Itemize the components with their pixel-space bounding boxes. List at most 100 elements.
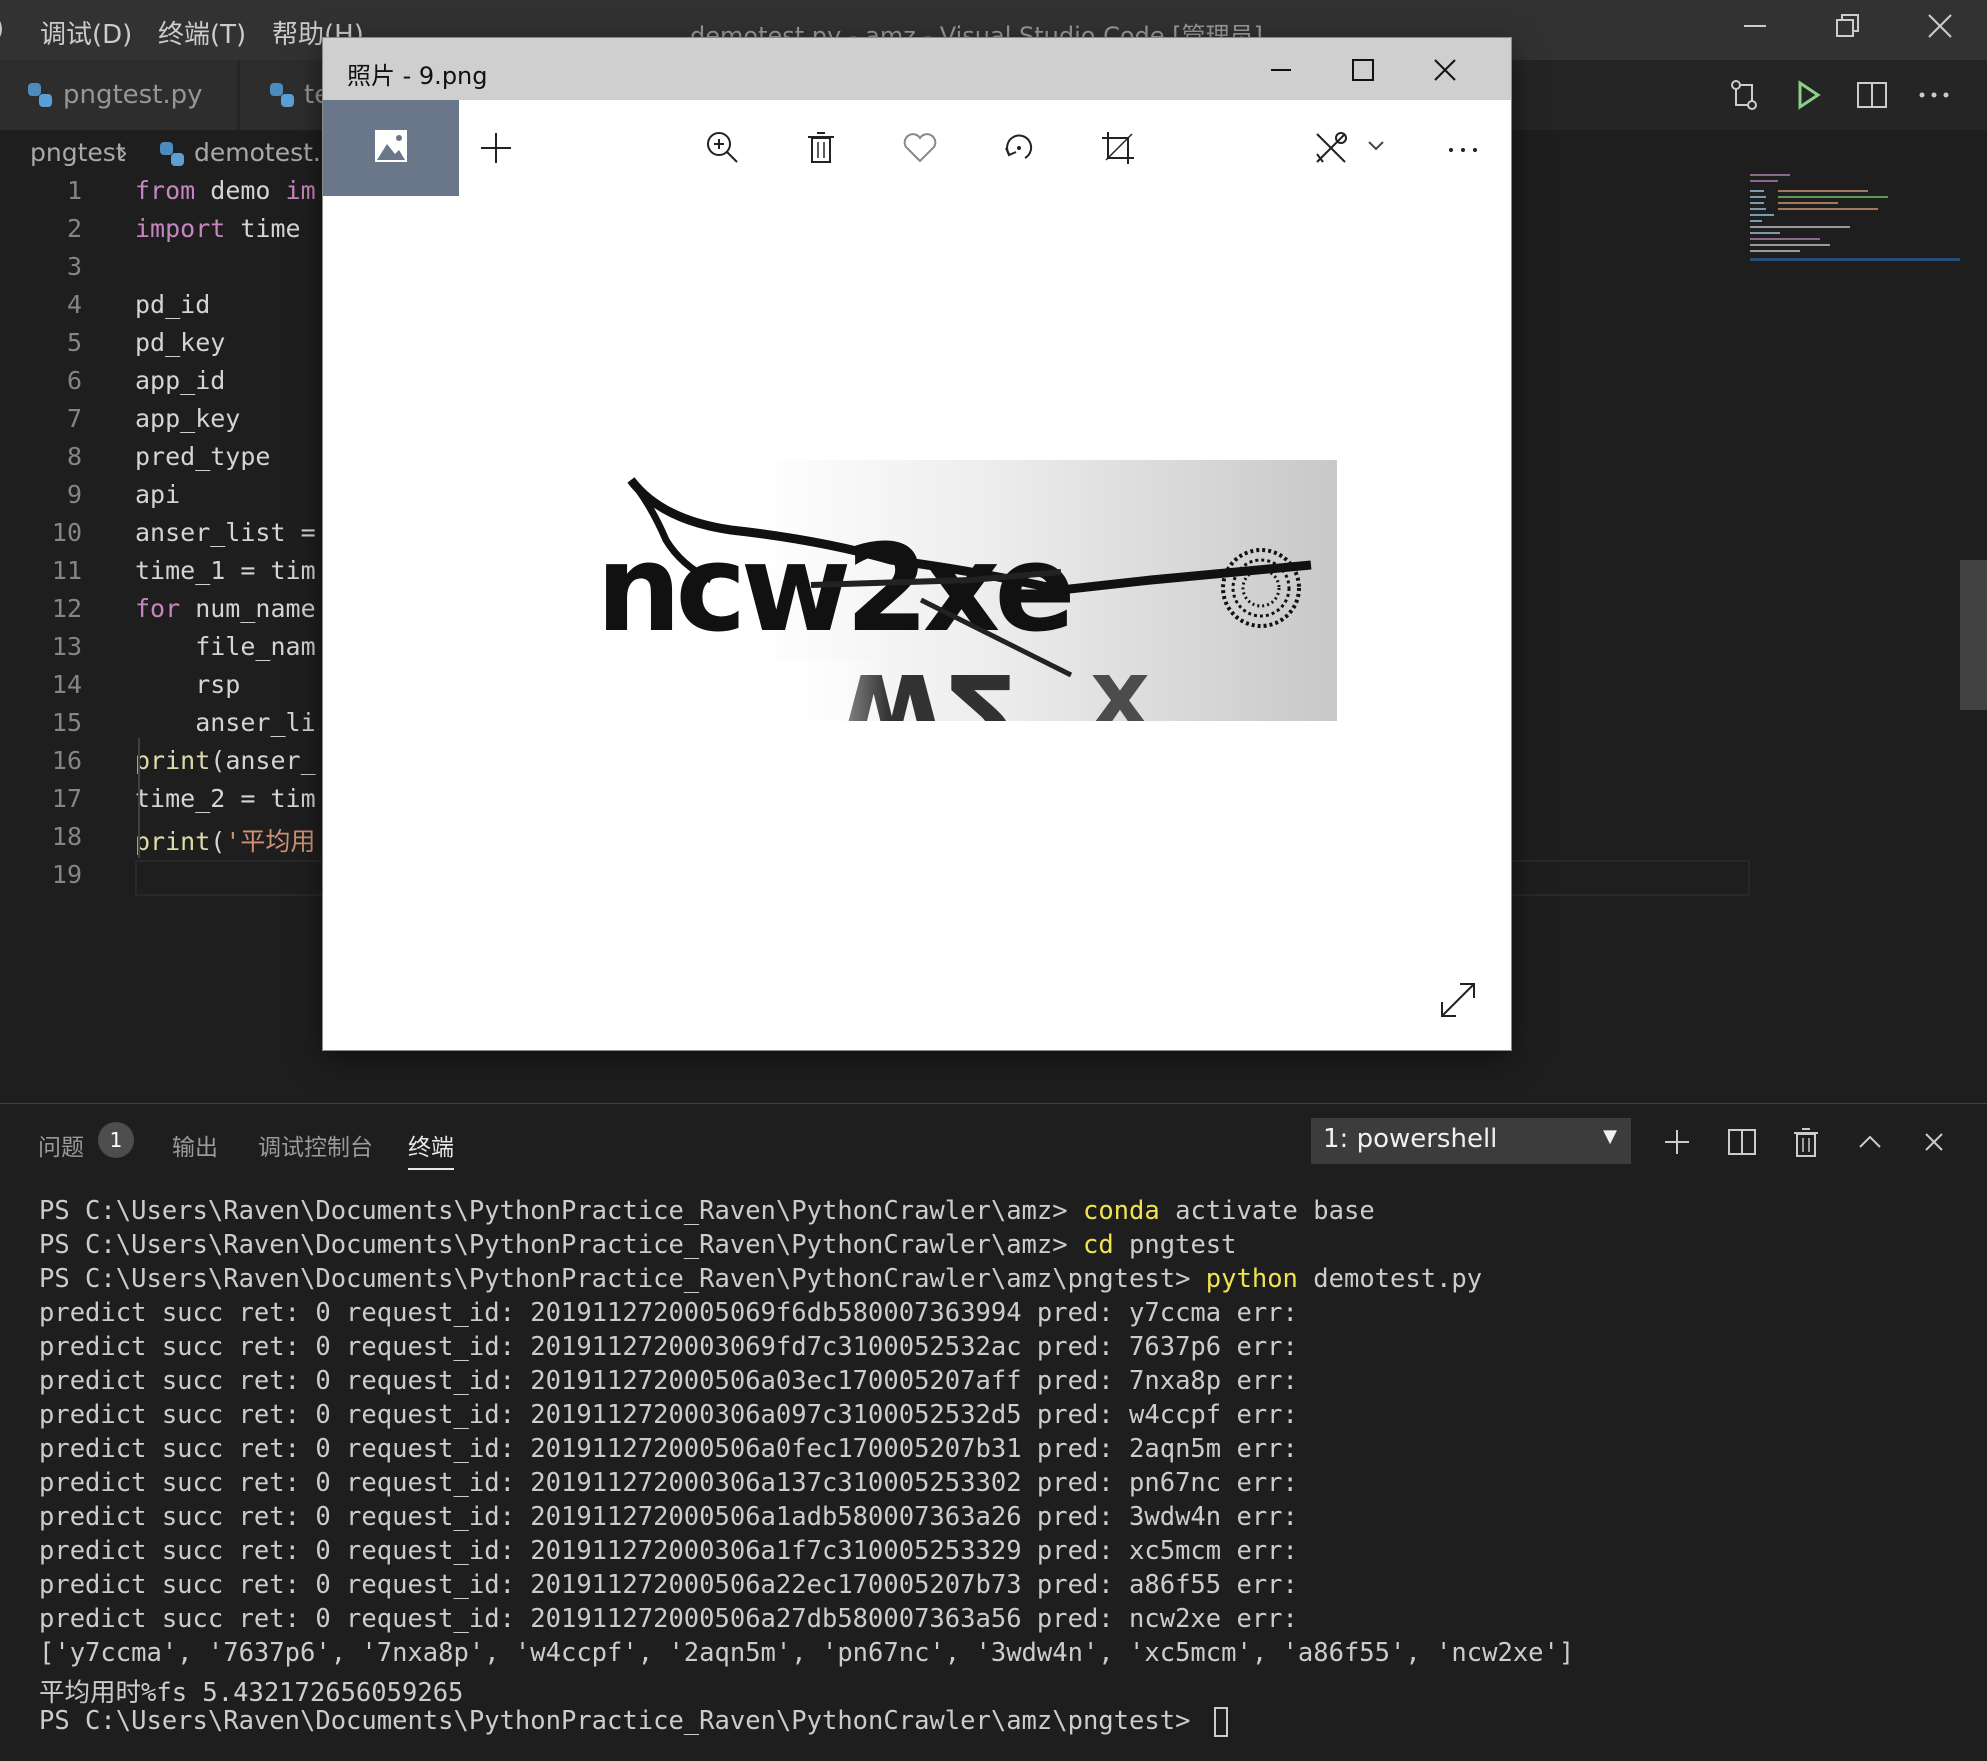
chevron-down-icon: [1368, 141, 1384, 151]
source-control-button[interactable]: [1722, 75, 1766, 115]
code-line[interactable]: app_key: [135, 404, 240, 433]
terminal-line: 平均用时%fs 5.432172656059265: [39, 1672, 463, 1709]
code-line[interactable]: pd_id: [135, 290, 210, 319]
edit-icon: [1316, 132, 1347, 163]
close-panel-button[interactable]: [1914, 1122, 1954, 1162]
expand-icon: [1441, 983, 1475, 1017]
delete-button[interactable]: [791, 118, 851, 178]
terminal-select[interactable]: 1: powershell ▼: [1311, 1118, 1631, 1164]
code-token: (: [210, 827, 226, 856]
terminal-line: predict succ ret: 0 request_id: 20191127…: [39, 1400, 1298, 1430]
split-terminal-button[interactable]: [1722, 1122, 1762, 1162]
code-line[interactable]: print('平均用: [135, 822, 315, 858]
menu-terminal[interactable]: 终端(T): [158, 14, 246, 51]
minimize-button[interactable]: [1725, 10, 1785, 50]
captcha-image: w2 x ncw2xe: [591, 460, 1337, 721]
heart-icon: [903, 133, 937, 163]
run-button[interactable]: [1786, 75, 1830, 115]
line-number: 11: [51, 556, 82, 585]
split-editor-button[interactable]: [1850, 75, 1894, 115]
code-line[interactable]: anser_li: [135, 708, 315, 737]
code-line[interactable]: pred_type: [135, 442, 270, 471]
indent-guide: [138, 738, 140, 858]
terminal-line: predict succ ret: 0 request_id: 20191127…: [39, 1570, 1298, 1600]
tab-problems[interactable]: 问题: [38, 1128, 84, 1162]
tab-terminal[interactable]: 终端: [408, 1128, 454, 1170]
line-number: 9: [66, 480, 82, 509]
line-number: 17: [51, 784, 82, 813]
edit-dropdown-button[interactable]: [1361, 118, 1391, 178]
crop-icon: [1102, 132, 1134, 164]
code-token: api: [135, 480, 181, 509]
terminal-token: predict succ ret: 0 request_id: 20191127…: [39, 1332, 1298, 1362]
restore-button[interactable]: [1818, 10, 1878, 50]
add-icon: [481, 133, 511, 163]
breadcrumb-file[interactable]: demotest.p: [194, 138, 337, 167]
code-line[interactable]: from demo im: [135, 176, 316, 205]
line-number: 12: [51, 594, 82, 623]
more-actions-button[interactable]: [1912, 75, 1956, 115]
line-number: 3: [66, 252, 82, 281]
tab-debug-console[interactable]: 调试控制台: [258, 1128, 373, 1162]
code-line[interactable]: print(anser_: [135, 746, 316, 775]
maximize-icon: [1352, 59, 1374, 81]
add-to-button[interactable]: [466, 118, 526, 178]
new-terminal-button[interactable]: [1657, 1122, 1697, 1162]
favorite-button[interactable]: [890, 118, 950, 178]
menu-debug[interactable]: 调试(D): [40, 14, 132, 51]
tab-demotest[interactable]: te: [240, 60, 330, 130]
photos-close-button[interactable]: [1420, 50, 1470, 90]
terminal-token: predict succ ret: 0 request_id: 20191127…: [39, 1434, 1298, 1464]
photos-app-window[interactable]: 照片 - 9.png ncw2xe: [323, 38, 1511, 1050]
terminal-line: predict succ ret: 0 request_id: 20191127…: [39, 1366, 1298, 1396]
photos-maximize-button[interactable]: [1338, 50, 1388, 90]
code-line[interactable]: pd_key: [135, 328, 225, 357]
view-all-photos-button[interactable]: [323, 100, 459, 196]
split-editor-icon: [1857, 82, 1887, 108]
code-token: import: [135, 214, 226, 243]
edit-button[interactable]: [1301, 118, 1361, 178]
code-line[interactable]: anser_list =: [135, 518, 316, 547]
code-line[interactable]: api: [135, 480, 180, 509]
line-number: 19: [51, 860, 82, 889]
code-line[interactable]: rsp: [135, 670, 240, 699]
code-token: time_2 = tim: [135, 784, 316, 813]
minimize-icon: [1271, 69, 1291, 71]
code-line[interactable]: import time: [135, 214, 301, 243]
more-icon: [1919, 92, 1949, 98]
restore-icon: [1836, 14, 1859, 37]
menu-fragment[interactable]: ): [0, 14, 4, 44]
terminal-token: predict succ ret: 0 request_id: 20191127…: [39, 1536, 1298, 1566]
terminal-line: predict succ ret: 0 request_id: 20191127…: [39, 1434, 1298, 1464]
terminal-token: predict succ ret: 0 request_id: 20191127…: [39, 1366, 1298, 1396]
kill-terminal-button[interactable]: [1786, 1122, 1826, 1162]
code-line[interactable]: for num_name: [135, 594, 316, 623]
photos-minimize-button[interactable]: [1256, 50, 1306, 90]
code-line[interactable]: file_nam: [135, 632, 315, 661]
chevron-up-icon: [1859, 1135, 1881, 1148]
tab-label: pngtest.py: [63, 80, 203, 110]
crop-button[interactable]: [1088, 118, 1148, 178]
terminal-token: ['y7ccma', '7637p6', '7nxa8p', 'w4ccpf',…: [39, 1638, 1575, 1668]
full-screen-button[interactable]: [1436, 978, 1480, 1022]
more-icon: [1449, 148, 1477, 152]
minimize-icon: [1744, 25, 1766, 27]
terminal-token: pngtest: [1113, 1230, 1237, 1260]
breadcrumb-folder[interactable]: pngtest: [30, 138, 126, 167]
minimap[interactable]: [1748, 172, 1960, 262]
terminal-line: PS C:\Users\Raven\Documents\PythonPracti…: [39, 1264, 1482, 1294]
tab-output[interactable]: 输出: [172, 1128, 218, 1162]
code-line[interactable]: app_id: [135, 366, 225, 395]
code-token: anser_list =: [135, 518, 316, 547]
line-number: 8: [66, 442, 82, 471]
rotate-button[interactable]: [989, 118, 1049, 178]
code-line[interactable]: time_1 = tim: [135, 556, 316, 585]
maximize-panel-button[interactable]: [1850, 1122, 1890, 1162]
see-more-button[interactable]: [1433, 118, 1493, 178]
close-icon: [1928, 14, 1952, 38]
zoom-button[interactable]: [693, 118, 753, 178]
close-window-button[interactable]: [1910, 10, 1970, 50]
scrollbar-thumb[interactable]: [1960, 560, 1987, 710]
tab-pngtest[interactable]: pngtest.py: [0, 60, 238, 130]
code-line[interactable]: time_2 = tim: [135, 784, 316, 813]
